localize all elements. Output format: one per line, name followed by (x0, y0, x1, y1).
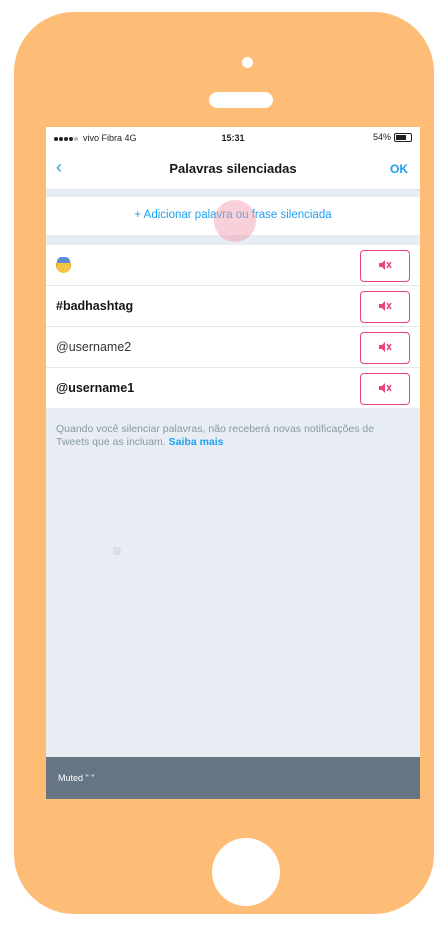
bottom-bar-label: Muted " " (58, 773, 95, 783)
status-bar: vivo Fibra 4G 15:31 54% (46, 127, 420, 149)
battery-icon (394, 132, 412, 142)
muted-word-label: #badhashtag (56, 299, 134, 313)
unmute-button[interactable] (360, 291, 410, 323)
nav-bar: ‹ Palavras silenciadas OK (46, 149, 420, 190)
muted-word-label: @username1 (56, 381, 135, 395)
unmute-button[interactable] (360, 250, 410, 282)
screen: vivo Fibra 4G 15:31 54% ‹ Palavras silen… (46, 127, 420, 799)
page-title: Palavras silenciadas (169, 161, 297, 176)
tap-highlight (214, 200, 256, 242)
unmute-icon (379, 383, 392, 393)
list-item: @username2 (46, 327, 420, 368)
muted-words-list: #badhashtag @username2 @username1 (46, 245, 420, 408)
unmute-icon (379, 342, 392, 352)
add-muted-phrase-button[interactable]: + Adicionar palavra ou frase silenciada (46, 197, 420, 242)
bottom-bar: Muted " " (46, 757, 420, 799)
learn-more-link[interactable]: Saiba mais (169, 436, 224, 448)
list-item: #badhashtag (46, 286, 420, 327)
list-item (46, 245, 420, 286)
speaker-slot (209, 92, 273, 108)
camera-icon (242, 57, 253, 68)
emoji-icon (56, 257, 71, 273)
faint-mark (113, 547, 121, 555)
home-button[interactable] (212, 838, 280, 906)
battery-percent: 54% (372, 132, 391, 142)
unmute-button[interactable] (360, 373, 410, 405)
unmute-icon (379, 260, 392, 270)
status-time: 15:31 (221, 133, 245, 143)
list-item: @username1 (46, 368, 420, 408)
ok-button[interactable]: OK (390, 162, 408, 176)
info-text: Quando você silenciar palavras, não rece… (56, 423, 396, 449)
muted-word-label: @username2 (56, 340, 132, 354)
unmute-button[interactable] (360, 332, 410, 364)
unmute-icon (379, 301, 392, 311)
